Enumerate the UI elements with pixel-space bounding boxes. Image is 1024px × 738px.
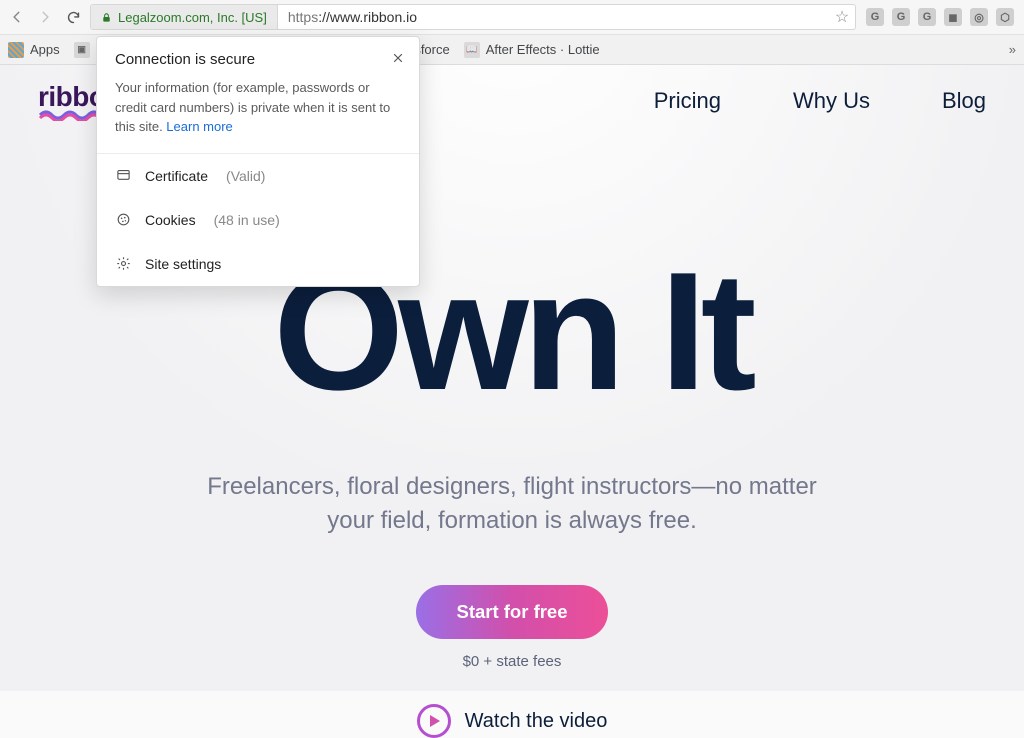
- extension-icon[interactable]: G: [918, 8, 936, 26]
- lock-icon: [101, 11, 112, 24]
- cookies-row[interactable]: Cookies (48 in use): [97, 198, 419, 242]
- reload-button[interactable]: [62, 6, 84, 28]
- folder-icon: ▣: [74, 42, 90, 58]
- play-icon: [417, 704, 451, 738]
- security-chip[interactable]: Legalzoom.com, Inc. [US]: [91, 5, 278, 29]
- hero-subtitle: Freelancers, floral designers, flight in…: [0, 470, 1024, 537]
- nav-why-us[interactable]: Why Us: [793, 88, 870, 114]
- extension-icon[interactable]: G: [866, 8, 884, 26]
- watch-video-link[interactable]: Watch the video: [0, 704, 1024, 738]
- popover-description: Your information (for example, passwords…: [115, 78, 401, 137]
- url-text: https://www.ribbon.io: [278, 9, 829, 25]
- learn-more-link[interactable]: Learn more: [166, 119, 232, 134]
- bookmark-star-icon[interactable]: ☆: [829, 7, 855, 27]
- back-button[interactable]: [6, 6, 28, 28]
- address-bar[interactable]: Legalzoom.com, Inc. [US] https://www.rib…: [90, 4, 856, 30]
- forward-button[interactable]: [34, 6, 56, 28]
- popover-title: Connection is secure: [115, 51, 401, 68]
- extension-icon[interactable]: ◼: [944, 8, 962, 26]
- cookie-icon: [115, 212, 131, 228]
- certificate-icon: [115, 168, 131, 184]
- close-icon: [392, 52, 404, 64]
- bookmark-item[interactable]: 📖After Effects · Lottie: [464, 42, 600, 58]
- extension-icon[interactable]: G: [892, 8, 910, 26]
- fees-text: $0 + state fees: [0, 653, 1024, 670]
- site-nav: Pricing Why Us Blog: [654, 88, 986, 114]
- extensions-tray: G G G ◼ ◎ ⬡: [862, 8, 1018, 26]
- extension-icon[interactable]: ⬡: [996, 8, 1014, 26]
- nav-blog[interactable]: Blog: [942, 88, 986, 114]
- extension-icon[interactable]: ◎: [970, 8, 988, 26]
- apps-icon: [8, 42, 24, 58]
- apps-shortcut[interactable]: Apps: [8, 42, 60, 58]
- close-popover-button[interactable]: [389, 49, 407, 67]
- bookmark-favicon: 📖: [464, 42, 480, 58]
- gear-icon: [115, 256, 131, 272]
- ev-issuer: Legalzoom.com, Inc. [US]: [118, 10, 267, 25]
- bookmarks-overflow[interactable]: »: [1009, 42, 1016, 57]
- certificate-row[interactable]: Certificate (Valid): [97, 154, 419, 198]
- browser-toolbar: Legalzoom.com, Inc. [US] https://www.rib…: [0, 0, 1024, 35]
- start-free-button[interactable]: Start for free: [416, 585, 607, 639]
- site-settings-row[interactable]: Site settings: [97, 242, 419, 286]
- bookmark-folder[interactable]: ▣: [74, 42, 90, 58]
- connection-security-popover: Connection is secure Your information (f…: [96, 36, 420, 287]
- nav-pricing[interactable]: Pricing: [654, 88, 721, 114]
